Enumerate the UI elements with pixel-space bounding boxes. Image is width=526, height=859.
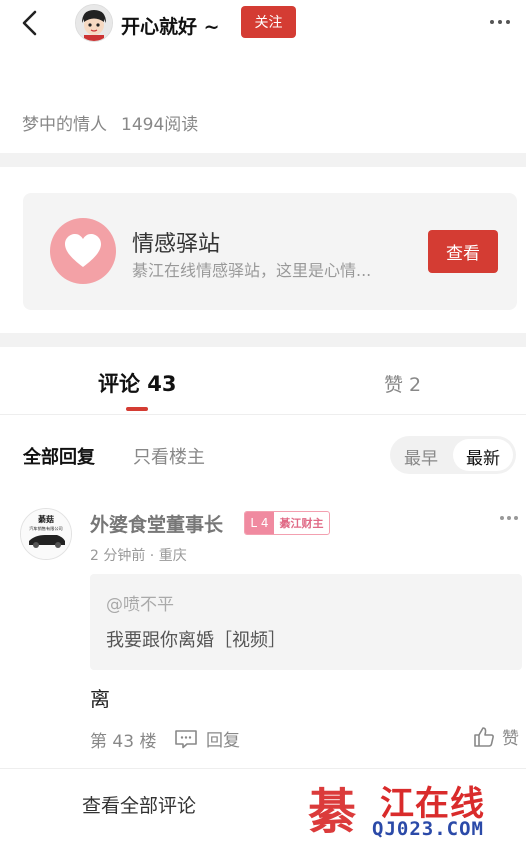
author-avatar[interactable]: [75, 4, 113, 42]
tab-likes[interactable]: 赞 2: [384, 370, 421, 397]
view-all-comments-link[interactable]: 查看全部评论: [82, 791, 196, 818]
sort-newest[interactable]: 最新: [466, 444, 500, 469]
level-number: L 4: [245, 512, 274, 534]
card-description: 綦江在线情感驿站，这里是心情...: [132, 261, 372, 280]
quoted-reply[interactable]: [90, 574, 522, 670]
commenter-avatar[interactable]: 綦菇 汽车销售有限公司: [20, 508, 72, 560]
more-options-icon[interactable]: [490, 12, 520, 32]
level-title: 綦江财主: [279, 517, 324, 530]
post-meta: 梦中的情人 1494阅读: [22, 110, 198, 135]
level-badge: L 4 綦江财主: [244, 511, 330, 535]
commenter-name[interactable]: 外婆食堂董事长: [90, 510, 223, 537]
reply-label: 回复: [206, 731, 240, 751]
heart-icon: [50, 218, 116, 284]
watermark-url: QJ023.COM: [372, 818, 484, 840]
like-button[interactable]: 赞: [472, 724, 519, 749]
shop-logo-icon: 綦菇 汽车销售有限公司: [21, 509, 71, 559]
avatar-subtext: 汽车销售有限公司: [29, 525, 63, 532]
chat-bubble-icon: [175, 729, 197, 748]
section-divider: [0, 153, 526, 167]
follow-button[interactable]: 关注: [241, 6, 296, 38]
quoted-text: 我要跟你离婚［视频］: [106, 630, 286, 651]
comment-more-icon[interactable]: [500, 516, 518, 520]
author-name[interactable]: 开心就好 ~: [121, 12, 220, 39]
read-count: 1494阅读: [121, 115, 199, 135]
back-button[interactable]: [16, 8, 46, 38]
thumbs-up-icon: [474, 726, 494, 747]
view-button[interactable]: 查看: [428, 230, 498, 273]
filter-all-replies[interactable]: 全部回复: [23, 443, 95, 469]
floor-number: 第 43 楼: [90, 732, 157, 752]
divider: [0, 768, 526, 769]
chevron-left-icon: [22, 10, 37, 36]
site-watermark-logo: 綦 江在线 QJ023.COM: [306, 772, 518, 850]
filter-owner-only[interactable]: 只看楼主: [133, 443, 205, 469]
watermark-char: 綦: [308, 784, 357, 840]
section-divider: [0, 333, 526, 347]
comment-time-location: 2 分钟前 · 重庆: [90, 548, 187, 564]
sort-earliest[interactable]: 最早: [404, 444, 438, 469]
quoted-user[interactable]: @喷不平: [106, 590, 174, 615]
comment-body: 离: [90, 687, 110, 711]
tab-comments[interactable]: 评论 43: [98, 368, 177, 398]
divider: [0, 414, 526, 415]
avatar-text: 綦菇: [37, 514, 54, 524]
cartoon-face-icon: [76, 5, 112, 41]
card-title: 情感驿站: [132, 232, 221, 257]
reply-button[interactable]: 回复: [174, 726, 240, 751]
like-label: 赞: [502, 729, 519, 749]
post-title: 梦中的情人: [22, 115, 107, 135]
active-tab-indicator: [126, 407, 148, 411]
